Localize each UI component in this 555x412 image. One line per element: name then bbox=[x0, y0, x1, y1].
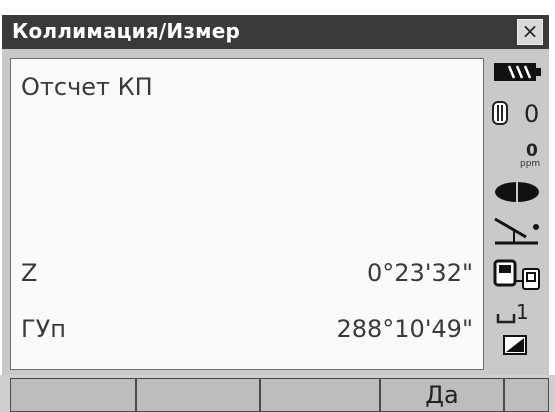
softkey-1[interactable] bbox=[10, 378, 136, 412]
softkey-bar: Да bbox=[0, 375, 555, 412]
instrument-screen: Коллимация/Измер × Отсчет КП Z 0°23'32" … bbox=[0, 0, 555, 412]
window-title: Коллимация/Измер bbox=[12, 19, 241, 43]
close-button[interactable]: × bbox=[517, 19, 543, 45]
tilt-bubble-icon[interactable] bbox=[493, 180, 543, 208]
ppm-value: 0 bbox=[526, 141, 538, 161]
softkey-5[interactable] bbox=[504, 378, 549, 412]
comm-icon[interactable] bbox=[492, 257, 544, 297]
title-bar: Коллимация/Измер × bbox=[2, 15, 549, 49]
battery-icon[interactable] bbox=[493, 61, 543, 87]
input-mode-icon[interactable] bbox=[496, 302, 516, 332]
ppm-unit: ppm bbox=[520, 159, 541, 169]
softkey-2[interactable] bbox=[136, 378, 260, 412]
hr-value: 288°10'49" bbox=[336, 315, 473, 343]
hr-label: ГУп bbox=[21, 315, 66, 343]
compensator-icon[interactable] bbox=[492, 215, 544, 253]
input-mode-value: 1 bbox=[516, 300, 529, 324]
status-icon-bar: 0 0 ppm 1 bbox=[488, 52, 548, 375]
panel-heading: Отсчет КП bbox=[21, 73, 153, 101]
measurement-panel: Отсчет КП Z 0°23'32" ГУп 288°10'49" bbox=[10, 58, 484, 370]
z-label: Z bbox=[21, 259, 38, 287]
sd-card-icon[interactable] bbox=[502, 334, 530, 360]
yes-button[interactable]: Да bbox=[380, 378, 504, 412]
z-value: 0°23'32" bbox=[367, 259, 473, 287]
softkey-3[interactable] bbox=[260, 378, 380, 412]
prism-icon[interactable] bbox=[490, 99, 512, 131]
prism-const-value: 0 bbox=[524, 100, 540, 128]
